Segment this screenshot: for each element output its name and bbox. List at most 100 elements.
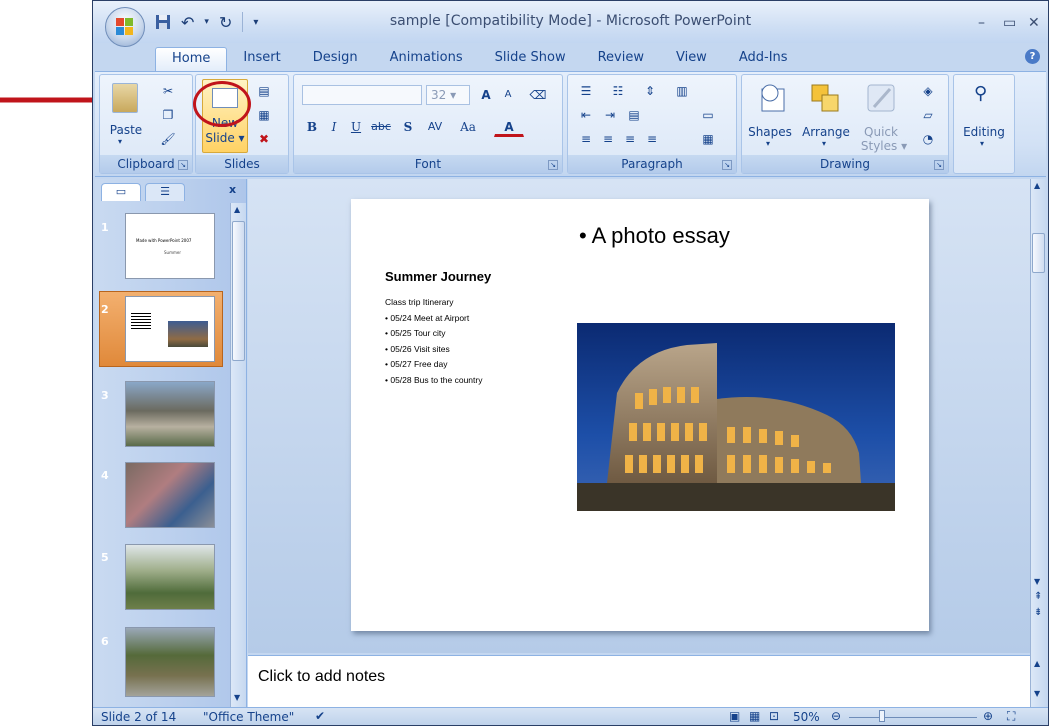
zoom-level[interactable]: 50% — [793, 710, 820, 724]
grow-font-icon[interactable]: A — [476, 85, 496, 105]
scroll-down-icon[interactable]: ▼ — [234, 693, 240, 702]
redo-icon[interactable]: ↻ — [219, 13, 232, 32]
format-painter-icon[interactable]: 🖌 — [158, 129, 178, 149]
shapes-button[interactable]: Shapes — [742, 125, 798, 139]
align-center-icon[interactable]: ≡ — [598, 129, 618, 149]
editing-dropdown-icon[interactable]: ▾ — [980, 139, 984, 148]
decrease-indent-icon[interactable]: ⇤ — [576, 105, 596, 125]
tab-add-ins[interactable]: Add-Ins — [723, 47, 804, 71]
slide-show-icon[interactable]: ⊡ — [769, 709, 779, 723]
delete-slide-icon[interactable]: ✖ — [254, 129, 274, 149]
customize-qat-icon[interactable]: ▾ — [253, 17, 258, 28]
slide-sorter-icon[interactable]: ▦ — [749, 709, 760, 723]
main-scroll-thumb[interactable] — [1032, 233, 1045, 273]
slide-thumbnail-1[interactable]: Made with PowerPoint 2007 Summer — [125, 213, 215, 279]
paste-dropdown-icon[interactable]: ▾ — [118, 137, 122, 146]
drawing-launcher-icon[interactable]: ↘ — [934, 160, 944, 170]
align-text-icon[interactable]: ▭ — [698, 105, 718, 125]
clipboard-launcher-icon[interactable]: ↘ — [178, 160, 188, 170]
colosseum-photo[interactable] — [577, 323, 895, 511]
spell-check-icon[interactable]: ✔ — [315, 709, 325, 723]
main-scroll-down-icon[interactable]: ▼ — [1034, 577, 1040, 586]
character-spacing-button[interactable]: AV — [422, 117, 448, 137]
notes-placeholder[interactable]: Click to add notes — [258, 668, 385, 686]
minimize-icon[interactable]: – — [978, 15, 985, 31]
slide-heading[interactable]: Summer Journey — [385, 269, 491, 284]
slides-tab[interactable]: ▭ — [101, 183, 141, 201]
office-button[interactable] — [105, 7, 145, 47]
tab-home[interactable]: Home — [155, 47, 228, 71]
slide-thumbnail-2[interactable] — [125, 296, 215, 362]
zoom-slider[interactable] — [849, 717, 977, 718]
previous-slide-icon[interactable]: ⇞ — [1034, 591, 1042, 602]
align-left-icon[interactable]: ≡ — [576, 129, 596, 149]
next-slide-icon[interactable]: ⇟ — [1034, 607, 1042, 618]
font-color-button[interactable]: A — [494, 117, 524, 137]
bullets-icon[interactable]: ☰ — [576, 81, 596, 101]
reset-icon[interactable]: ▦ — [254, 105, 274, 125]
align-right-icon[interactable]: ≡ — [620, 129, 640, 149]
arrange-button[interactable]: Arrange — [798, 125, 854, 139]
underline-button[interactable]: U — [346, 117, 366, 137]
strikethrough-button[interactable]: abc — [368, 117, 394, 137]
smartart-icon[interactable]: ▦ — [698, 129, 718, 149]
slide-thumbnail-4[interactable] — [125, 462, 215, 528]
paste-button[interactable]: Paste — [104, 123, 148, 137]
slide-bullet[interactable]: • A photo essay — [579, 223, 730, 249]
undo-dropdown-icon[interactable]: ▾ — [204, 17, 209, 27]
tab-design[interactable]: Design — [297, 47, 374, 71]
slide-thumbnail-6[interactable] — [125, 627, 215, 697]
shape-outline-icon[interactable]: ▱ — [918, 105, 938, 125]
line-spacing-icon[interactable]: ⇕ — [640, 81, 660, 101]
notes-scroll-down-icon[interactable]: ▼ — [1034, 689, 1040, 698]
text-direction-icon[interactable]: ▤ — [624, 105, 644, 125]
shrink-font-icon[interactable]: A — [498, 85, 518, 105]
font-name-box[interactable] — [302, 85, 422, 105]
tab-animations[interactable]: Animations — [374, 47, 479, 71]
zoom-slider-handle[interactable] — [879, 710, 885, 722]
notes-scroll-up-icon[interactable]: ▲ — [1034, 659, 1040, 668]
slide-thumbnail-3[interactable] — [125, 381, 215, 447]
paragraph-launcher-icon[interactable]: ↘ — [722, 160, 732, 170]
cut-icon[interactable]: ✂ — [158, 81, 178, 101]
change-case-button[interactable]: Aa — [454, 117, 482, 137]
shape-effects-icon[interactable]: ◔ — [918, 129, 938, 149]
tab-view[interactable]: View — [660, 47, 723, 71]
fit-slide-icon[interactable]: ⛶ — [1007, 709, 1015, 724]
shapes-dropdown-icon[interactable]: ▾ — [766, 139, 770, 148]
tab-review[interactable]: Review — [582, 47, 660, 71]
current-slide[interactable]: • A photo essay Summer Journey Class tri… — [351, 199, 929, 631]
undo-icon[interactable]: ↶ — [181, 13, 194, 32]
normal-view-icon[interactable]: ▣ — [729, 709, 740, 723]
tab-insert[interactable]: Insert — [227, 47, 296, 71]
slides-pane-scroll-thumb[interactable] — [232, 221, 245, 361]
editing-button[interactable]: Editing — [954, 125, 1014, 139]
increase-indent-icon[interactable]: ⇥ — [600, 105, 620, 125]
clear-formatting-icon[interactable]: ⌫ — [528, 85, 548, 105]
zoom-in-icon[interactable]: ⊕ — [983, 709, 993, 723]
tab-slide-show[interactable]: Slide Show — [479, 47, 582, 71]
numbering-icon[interactable]: ☷ — [608, 81, 628, 101]
justify-icon[interactable]: ≡ — [642, 129, 662, 149]
itinerary-text[interactable]: Class trip Itinerary • 05/24 Meet at Air… — [385, 295, 482, 388]
save-icon[interactable] — [155, 14, 171, 30]
notes-pane[interactable]: Click to add notes — [248, 655, 1030, 707]
arrange-dropdown-icon[interactable]: ▾ — [822, 139, 826, 148]
slide-thumbnail-5[interactable] — [125, 544, 215, 610]
main-scroll-up-icon[interactable]: ▲ — [1034, 181, 1040, 190]
theme-name[interactable]: "Office Theme" — [203, 710, 294, 724]
copy-icon[interactable]: ❐ — [158, 105, 178, 125]
maximize-icon[interactable]: ▭ — [1003, 15, 1016, 31]
main-scrollbar[interactable]: ▲ ▼ ⇞ ⇟ ▲ ▼ — [1030, 179, 1046, 707]
scroll-up-icon[interactable]: ▲ — [234, 205, 240, 214]
font-size-box[interactable]: 32 ▾ — [426, 85, 470, 105]
shape-fill-icon[interactable]: ◈ — [918, 81, 938, 101]
font-launcher-icon[interactable]: ↘ — [548, 160, 558, 170]
layout-icon[interactable]: ▤ — [254, 81, 274, 101]
zoom-out-icon[interactable]: ⊖ — [831, 709, 841, 723]
italic-button[interactable]: I — [324, 117, 344, 137]
close-icon[interactable]: ✕ — [1028, 15, 1040, 31]
pane-close-icon[interactable]: x — [229, 183, 236, 196]
help-icon[interactable]: ? — [1025, 49, 1040, 64]
slides-pane-scrollbar[interactable]: ▲ ▼ — [230, 203, 246, 707]
